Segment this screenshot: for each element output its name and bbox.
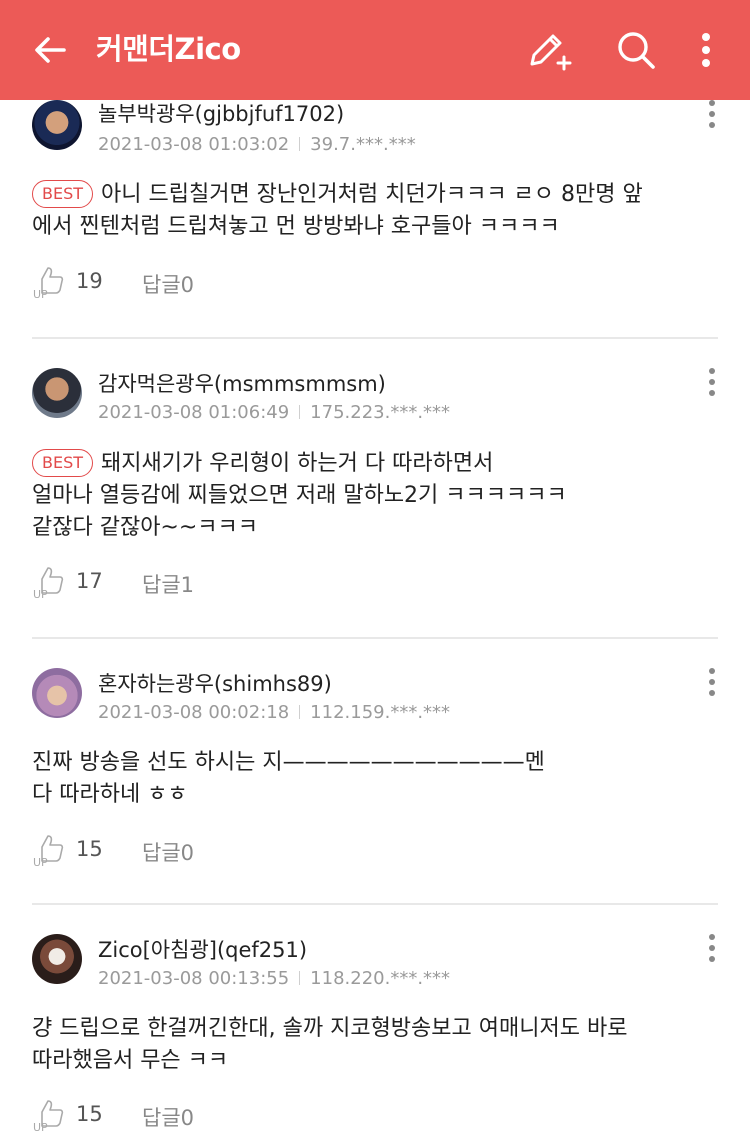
divider bbox=[32, 337, 718, 339]
thumbs-up-icon[interactable]: UP bbox=[32, 563, 68, 599]
comment-ip: 112.159.***.*** bbox=[310, 702, 451, 723]
comment-ip: 118.220.***.*** bbox=[310, 968, 451, 989]
best-badge: BEST bbox=[32, 180, 94, 208]
svg-text:UP: UP bbox=[33, 856, 48, 867]
comment-datetime: 2021-03-08 00:02:18 bbox=[98, 702, 290, 723]
comment-item: Zico[아침광](qef251) 2021-03-08 00:13:55 118… bbox=[32, 924, 718, 1133]
meta-divider bbox=[299, 705, 301, 719]
svg-text:UP: UP bbox=[33, 288, 48, 299]
comment-more-icon[interactable] bbox=[706, 368, 718, 402]
comment-text-line: 돼지새기가 우리형이 하는거 다 따라하면서 bbox=[101, 451, 494, 476]
search-icon[interactable] bbox=[612, 26, 660, 74]
comment-item: 혼자하는광우(shimhs89) 2021-03-08 00:02:18 112.… bbox=[32, 658, 718, 898]
top-app-bar: 커맨더Zico bbox=[0, 0, 750, 100]
comment-more-icon[interactable] bbox=[706, 934, 718, 968]
avatar[interactable] bbox=[32, 100, 82, 150]
comment-text-line: 에서 찐텐처럼 드립쳐놓고 먼 방방봐냐 호구들아 ㅋㅋㅋㅋ bbox=[32, 214, 560, 239]
comment-datetime: 2021-03-08 01:03:02 bbox=[98, 134, 290, 155]
reply-button[interactable]: 답글0 bbox=[142, 837, 194, 867]
best-badge: BEST bbox=[32, 449, 94, 477]
comment-author[interactable]: 감자먹은광우(msmmsmmsm) bbox=[98, 368, 386, 398]
comment-text-line: 걍 드립으로 한걸꺼긴한대, 솔까 지코형방송보고 여매니저도 바로 bbox=[32, 1016, 628, 1041]
comment-actions: UP 15 답글0 bbox=[32, 831, 332, 871]
avatar[interactable] bbox=[32, 934, 82, 984]
comment-text-line: 같잖다 같잖아~~ㅋㅋㅋ bbox=[32, 515, 259, 540]
comment-meta: 2021-03-08 01:03:02 39.7.***.*** bbox=[98, 134, 416, 155]
comment-datetime: 2021-03-08 00:13:55 bbox=[98, 968, 290, 989]
comment-body: BEST 돼지새기가 우리형이 하는거 다 따라하면서 얼마나 열등감에 찌들었으… bbox=[32, 448, 718, 544]
thumbs-up-icon[interactable]: UP bbox=[32, 831, 68, 867]
comment-text-line: 진짜 방송을 선도 하시는 지———————————멘 bbox=[32, 750, 545, 775]
comment-list: 놀부박광우(gjbbjfuf1702) 2021-03-08 01:03:02 3… bbox=[0, 100, 750, 1133]
comment-item: 감자먹은광우(msmmsmmsm) 2021-03-08 01:06:49 175… bbox=[32, 358, 718, 628]
comment-ip: 39.7.***.*** bbox=[310, 134, 416, 155]
comment-text-line: 따라했음서 무슨 ㅋㅋ bbox=[32, 1048, 229, 1073]
divider bbox=[32, 637, 718, 639]
comment-meta: 2021-03-08 00:13:55 118.220.***.*** bbox=[98, 968, 450, 989]
comment-body: BEST 아니 드립칠거면 장난인거처럼 치던가ㅋㅋㅋ ㄹㅇ 8만명 앞 에서 찐… bbox=[32, 179, 718, 243]
comment-datetime: 2021-03-08 01:06:49 bbox=[98, 402, 290, 423]
meta-divider bbox=[299, 405, 301, 419]
svg-text:UP: UP bbox=[33, 1121, 48, 1132]
more-menu-icon[interactable] bbox=[690, 28, 722, 72]
arrow-left-icon[interactable] bbox=[28, 28, 72, 72]
thumbs-up-icon[interactable]: UP bbox=[32, 1096, 68, 1132]
comment-meta: 2021-03-08 00:02:18 112.159.***.*** bbox=[98, 702, 450, 723]
comment-more-icon[interactable] bbox=[706, 100, 718, 134]
thumbs-up-icon[interactable]: UP bbox=[32, 263, 68, 299]
comment-more-icon[interactable] bbox=[706, 668, 718, 702]
avatar[interactable] bbox=[32, 668, 82, 718]
meta-divider bbox=[299, 137, 301, 151]
reply-button[interactable]: 답글1 bbox=[142, 569, 194, 599]
write-icon[interactable] bbox=[524, 26, 574, 74]
like-count: 19 bbox=[76, 269, 103, 293]
comment-text-line: 얼마나 열등감에 찌들었으면 저래 말하노2기 ㅋㅋㅋㅋㅋㅋ bbox=[32, 483, 567, 508]
comment-actions: UP 17 답글1 bbox=[32, 563, 332, 603]
comment-item: 놀부박광우(gjbbjfuf1702) 2021-03-08 01:03:02 3… bbox=[32, 100, 718, 320]
reply-button[interactable]: 답글0 bbox=[142, 269, 194, 299]
like-count: 15 bbox=[76, 837, 103, 861]
meta-divider bbox=[299, 971, 301, 985]
avatar[interactable] bbox=[32, 368, 82, 418]
like-count: 15 bbox=[76, 1102, 103, 1126]
comment-actions: UP 19 답글0 bbox=[32, 263, 332, 303]
comment-author[interactable]: 혼자하는광우(shimhs89) bbox=[98, 668, 332, 698]
page-title: 커맨더Zico bbox=[96, 32, 241, 66]
comment-author[interactable]: Zico[아침광](qef251) bbox=[98, 934, 307, 964]
comment-body: 진짜 방송을 선도 하시는 지———————————멘 다 따라하네 ㅎㅎ bbox=[32, 747, 718, 811]
comment-text-line: 아니 드립칠거면 장난인거처럼 치던가ㅋㅋㅋ ㄹㅇ 8만명 앞 bbox=[101, 182, 643, 207]
divider bbox=[32, 903, 718, 905]
comment-body: 걍 드립으로 한걸꺼긴한대, 솔까 지코형방송보고 여매니저도 바로 따라했음서… bbox=[32, 1013, 718, 1077]
svg-text:UP: UP bbox=[33, 588, 48, 599]
comment-actions: UP 15 답글0 bbox=[32, 1096, 332, 1133]
comment-text-line: 다 따라하네 ㅎㅎ bbox=[32, 782, 188, 807]
reply-button[interactable]: 답글0 bbox=[142, 1102, 194, 1132]
like-count: 17 bbox=[76, 569, 103, 593]
comment-ip: 175.223.***.*** bbox=[310, 402, 451, 423]
comment-meta: 2021-03-08 01:06:49 175.223.***.*** bbox=[98, 402, 450, 423]
comment-author[interactable]: 놀부박광우(gjbbjfuf1702) bbox=[98, 100, 344, 128]
